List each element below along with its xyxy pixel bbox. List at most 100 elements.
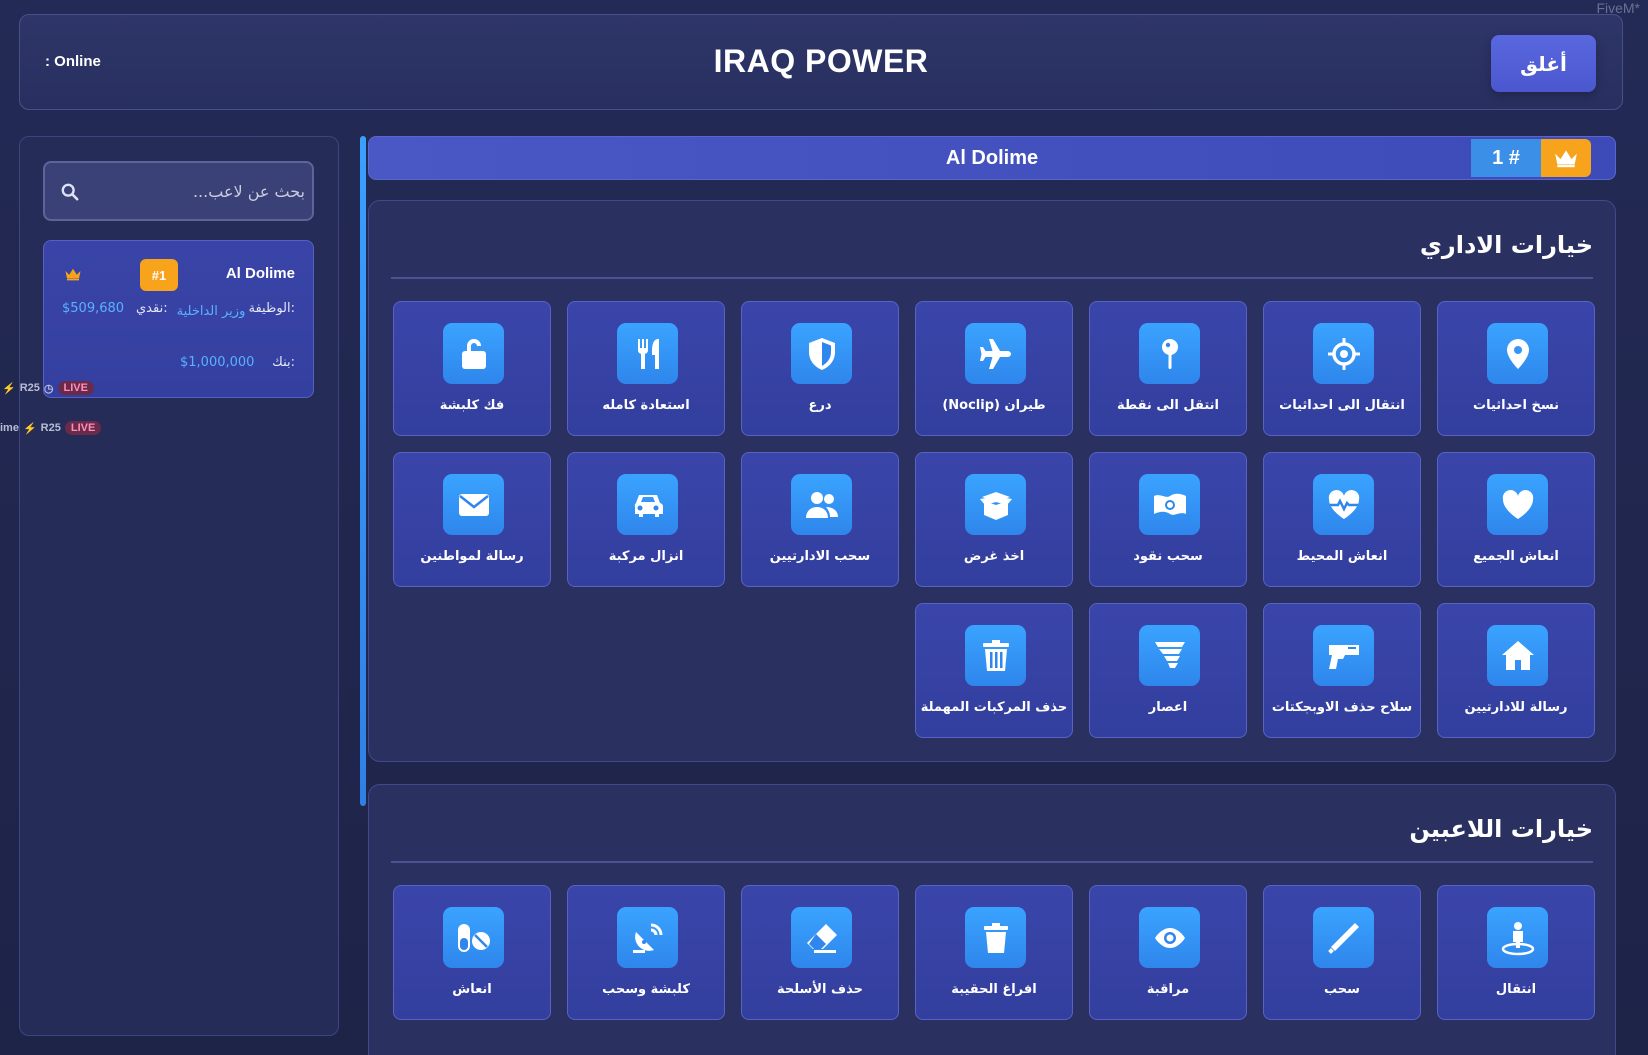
- unlock-icon: [443, 323, 504, 384]
- action-tile-plane[interactable]: طيران (Noclip): [915, 301, 1073, 436]
- action-tile-car[interactable]: انزال مركبة: [567, 452, 725, 587]
- header-bar: : Online IRAQ POWER أغلق: [19, 14, 1623, 110]
- selected-player-bar: Al Dolime 1 #: [368, 136, 1616, 180]
- tile-label: سحب: [1324, 982, 1360, 997]
- close-button[interactable]: أغلق: [1491, 35, 1596, 92]
- action-tile-map-marker[interactable]: انتقل الى نقطة: [1089, 301, 1247, 436]
- live-badge: LIVE: [64, 421, 102, 435]
- bank-label: بنك:: [272, 355, 295, 370]
- overlay-r-label: R25: [40, 422, 61, 434]
- section-divider: [391, 277, 1593, 279]
- car-icon: [617, 474, 678, 535]
- player-card[interactable]: Al Dolime #1 الوظيفة: وزير الداخلية نقدي…: [43, 240, 314, 398]
- action-tile-eraser[interactable]: حذف الأسلحة: [741, 885, 899, 1020]
- map-marker-icon: [1139, 323, 1200, 384]
- tile-label: حذف المركبات المهملة: [920, 700, 1068, 715]
- search-input[interactable]: [95, 163, 305, 219]
- action-tile-wand[interactable]: سحب: [1263, 885, 1421, 1020]
- eye-icon: [1139, 907, 1200, 968]
- action-tile-trash-can[interactable]: افراغ الحقيبة: [915, 885, 1073, 1020]
- selected-player-name: Al Dolime: [945, 147, 1039, 169]
- home-icon: [1487, 625, 1548, 686]
- section-divider: [391, 861, 1593, 863]
- action-tile-heart[interactable]: انعاش الجميع: [1437, 452, 1595, 587]
- crown-icon: [65, 268, 81, 281]
- search-box: [43, 161, 314, 221]
- clock-icon: ◷: [43, 382, 54, 395]
- satellite-dish-icon: [617, 907, 678, 968]
- tile-label: كلبشة وسحب: [602, 982, 690, 997]
- tile-label: انتقال: [1495, 982, 1537, 997]
- action-tile-box-open[interactable]: اخذ غرض: [915, 452, 1073, 587]
- tile-label: انعاش المحيط: [1296, 549, 1388, 564]
- person-teleport-icon: [1487, 907, 1548, 968]
- action-tile-tornado[interactable]: اعصار: [1089, 603, 1247, 738]
- action-tile-shield[interactable]: درع: [741, 301, 899, 436]
- tile-label: نسخ احداثيات: [1473, 398, 1559, 413]
- crown-icon: [1541, 139, 1591, 177]
- action-tile-person-teleport[interactable]: انتقال: [1437, 885, 1595, 1020]
- player-name: Al Dolime: [225, 265, 295, 282]
- action-tile-eye[interactable]: مراقبة: [1089, 885, 1247, 1020]
- tile-label: مراقبة: [1146, 982, 1190, 997]
- tile-label: درع: [808, 398, 832, 413]
- tile-label: انزال مركبة: [608, 549, 684, 564]
- selected-player-rank: 1 #: [1471, 139, 1541, 177]
- tile-label: رسالة لمواطنين: [420, 549, 524, 564]
- section-title: خيارات الاداري: [1419, 231, 1593, 259]
- tile-label: سحب الادارتيين: [769, 549, 871, 564]
- action-tile-home[interactable]: رسالة للادارتيين: [1437, 603, 1595, 738]
- pills-icon: [443, 907, 504, 968]
- player-options-section: خيارات اللاعبين انتقال سحب مراقبة افراغ الح…: [368, 784, 1616, 1055]
- crosshair-icon: [1313, 323, 1374, 384]
- tile-label: استعادة كامله: [602, 398, 690, 413]
- tile-label: سحب نقود: [1133, 549, 1203, 564]
- action-tile-users[interactable]: سحب الادارتيين: [741, 452, 899, 587]
- action-tile-money[interactable]: سحب نقود: [1089, 452, 1247, 587]
- shield-icon: [791, 323, 852, 384]
- overlay-r-label: R25: [19, 382, 40, 394]
- scrollbar[interactable]: [360, 136, 366, 806]
- section-title: خيارات اللاعبين: [1409, 815, 1593, 843]
- overlay-prefix: ime: [0, 422, 19, 434]
- admin-options-grid: نسخ احداثيات انتقال الى احداثيات انتقل الى…: [391, 301, 1595, 738]
- tile-label: فك كلبشة: [439, 398, 505, 413]
- heart-pulse-icon: [1313, 474, 1374, 535]
- plane-icon: [965, 323, 1026, 384]
- cash-label: نقدي:: [136, 301, 168, 316]
- action-tile-heart-pulse[interactable]: انعاش المحيط: [1263, 452, 1421, 587]
- action-tile-map-pin[interactable]: نسخ احداثيات: [1437, 301, 1595, 436]
- job-value: وزير الداخلية: [176, 304, 246, 319]
- action-tile-utensils[interactable]: استعادة كامله: [567, 301, 725, 436]
- admin-menu-window: FiveM* : Online IRAQ POWER أغلق Al Dolim…: [0, 0, 1648, 1055]
- action-tile-satellite-dish[interactable]: كلبشة وسحب: [567, 885, 725, 1020]
- tile-label: رسالة للادارتيين: [1464, 700, 1568, 715]
- action-tile-envelope[interactable]: رسالة لمواطنين: [393, 452, 551, 587]
- tile-label: سلاح حذف الاوبجكتات: [1271, 700, 1413, 715]
- tile-label: انتقل الى نقطة: [1117, 398, 1219, 413]
- tornado-icon: [1139, 625, 1200, 686]
- action-tile-pills[interactable]: انعاش: [393, 885, 551, 1020]
- player-list-panel: Al Dolime #1 الوظيفة: وزير الداخلية نقدي…: [19, 136, 339, 1036]
- action-tile-crosshair[interactable]: انتقال الى احداثيات: [1263, 301, 1421, 436]
- live-badge: LIVE: [57, 381, 94, 395]
- tile-label: افراغ الحقيبة: [951, 982, 1037, 997]
- wand-icon: [1313, 907, 1374, 968]
- action-tile-gun[interactable]: سلاح حذف الاوبجكتات: [1263, 603, 1421, 738]
- bolt-icon: ⚡: [22, 422, 37, 435]
- action-tile-trash[interactable]: حذف المركبات المهملة: [915, 603, 1073, 738]
- envelope-icon: [443, 474, 504, 535]
- player-options-grid: انتقال سحب مراقبة افراغ الحقيبة حذف الأسلحة ك…: [391, 885, 1595, 1020]
- tile-label: انعاش الجميع: [1473, 549, 1559, 564]
- map-pin-icon: [1487, 323, 1548, 384]
- search-icon: [61, 183, 79, 201]
- eraser-icon: [791, 907, 852, 968]
- trash-icon: [965, 625, 1026, 686]
- trash-can-icon: [965, 907, 1026, 968]
- gun-icon: [1313, 625, 1374, 686]
- tile-label: اعصار: [1148, 700, 1188, 715]
- tile-label: انتقال الى احداثيات: [1279, 398, 1405, 413]
- tile-label: انعاش: [452, 982, 492, 997]
- action-tile-unlock[interactable]: فك كلبشة: [393, 301, 551, 436]
- overlay-tag: ime ⚡ R25 LIVE: [0, 419, 102, 437]
